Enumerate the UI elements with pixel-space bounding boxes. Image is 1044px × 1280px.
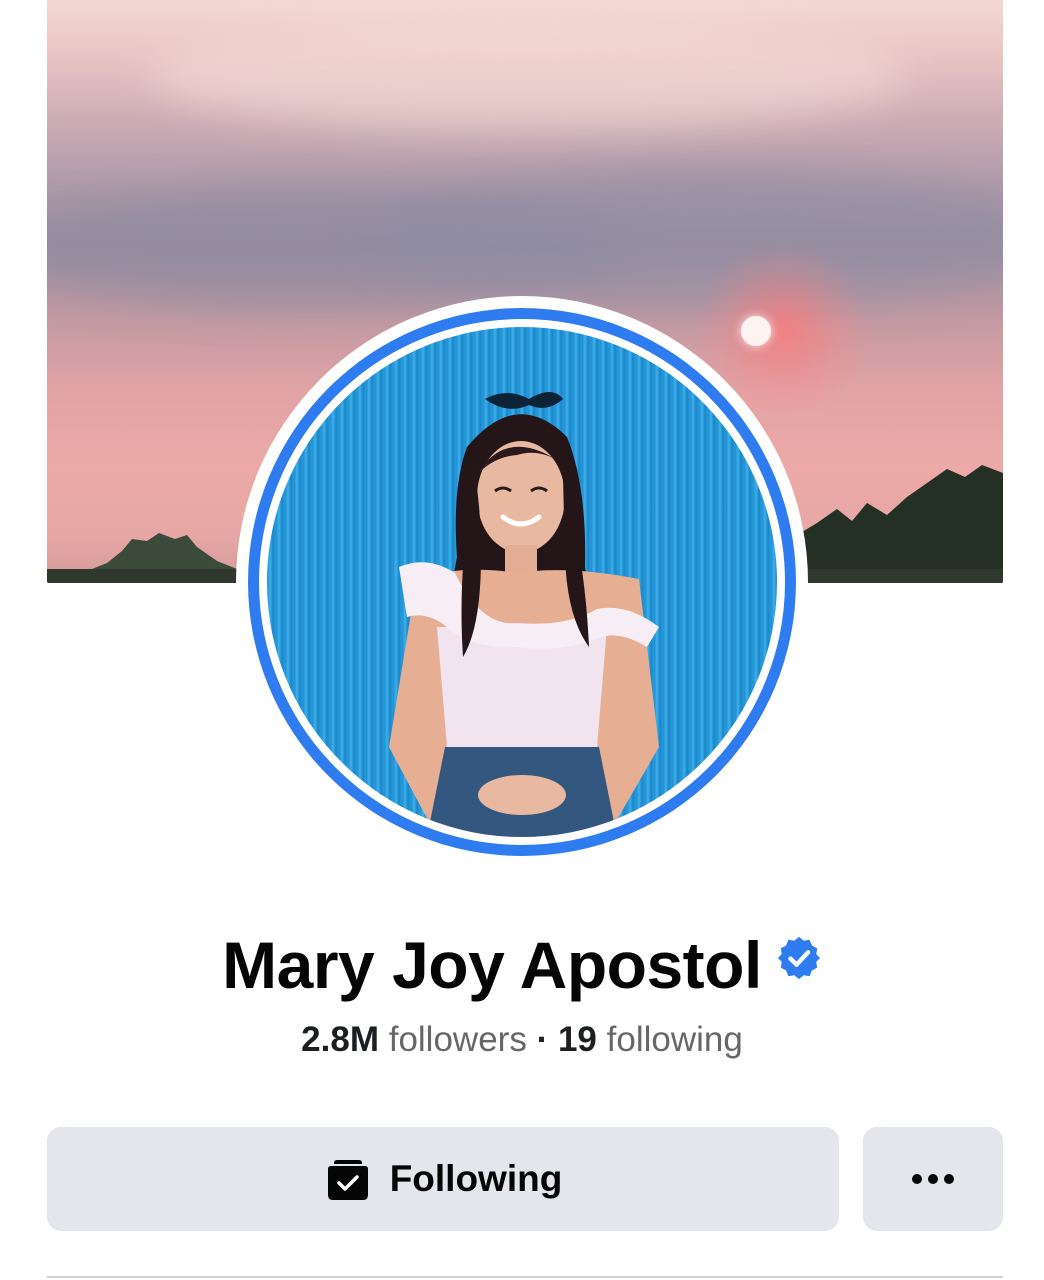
verified-badge-icon[interactable]: [776, 935, 822, 981]
more-dots-icon: [912, 1174, 954, 1184]
followers-label[interactable]: followers: [389, 1020, 527, 1059]
profile-page: Mary Joy Apostol 2.8M followers · 19 fol…: [0, 0, 1044, 1280]
cover-cloud: [147, 20, 907, 130]
stats-separator: ·: [536, 1020, 549, 1059]
following-check-icon: [327, 1160, 368, 1200]
section-divider: [47, 1276, 1003, 1278]
following-count[interactable]: 19: [558, 1020, 597, 1059]
more-options-button[interactable]: [863, 1127, 1003, 1231]
follow-stats: 2.8M followers · 19 following: [0, 1020, 1044, 1070]
followers-count[interactable]: 2.8M: [301, 1020, 379, 1059]
profile-photo-figure: [389, 392, 659, 837]
following-button-label: Following: [389, 1158, 563, 1199]
profile-name-row: Mary Joy Apostol: [0, 920, 1044, 1010]
following-button[interactable]: Following: [47, 1127, 839, 1231]
sun: [741, 316, 771, 346]
profile-name: Mary Joy Apostol: [222, 928, 762, 1002]
following-label[interactable]: following: [607, 1020, 743, 1059]
profile-picture[interactable]: [259, 319, 785, 845]
